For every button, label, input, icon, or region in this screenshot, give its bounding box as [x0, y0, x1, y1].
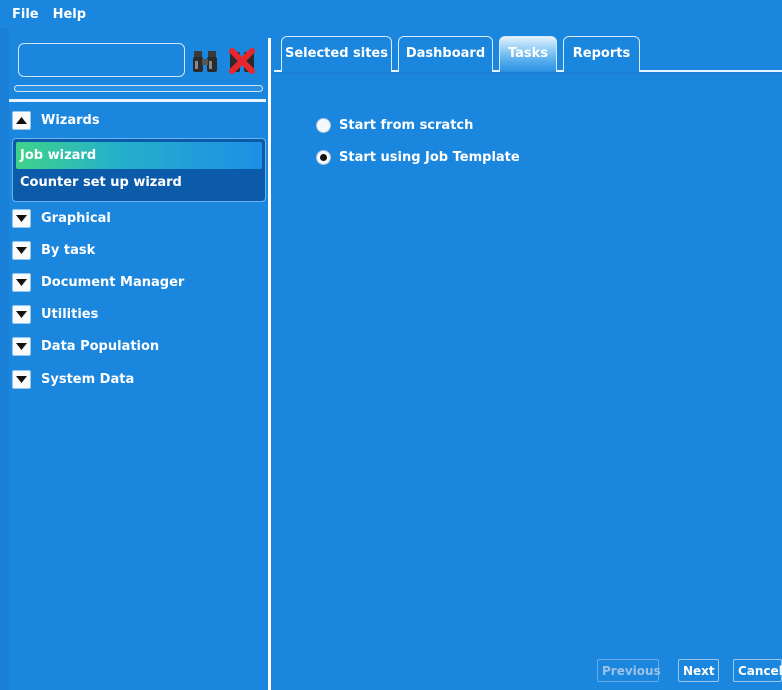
chevron-down-icon[interactable] — [12, 304, 31, 324]
section-label: Utilities — [41, 306, 99, 322]
list-item-counter-setup-wizard[interactable]: Counter set up wizard — [16, 169, 262, 196]
section-label: Document Manager — [41, 274, 185, 290]
binoculars-icon[interactable] — [192, 48, 218, 74]
horizontal-scrollbar[interactable] — [14, 85, 263, 92]
previous-button[interactable]: Previous — [597, 659, 661, 682]
section-wizards[interactable]: Wizards — [9, 107, 266, 133]
wizard-list: Job wizard Counter set up wizard — [12, 138, 266, 202]
list-item-job-wizard[interactable]: Job wizard — [16, 142, 262, 169]
option-label: Start from scratch — [339, 118, 474, 133]
section-label: By task — [41, 242, 96, 258]
tab-tasks[interactable]: Tasks — [499, 36, 557, 72]
section-graphical[interactable]: Graphical — [9, 205, 266, 231]
option-label: Start using Job Template — [339, 150, 520, 165]
pane-splitter[interactable] — [266, 28, 274, 690]
option-start-using-job-template[interactable]: Start using Job Template — [316, 150, 520, 165]
section-label: Wizards — [41, 112, 100, 128]
divider — [9, 99, 266, 102]
chevron-down-icon[interactable] — [12, 240, 31, 260]
tab-selected-sites[interactable]: Selected sites — [281, 36, 392, 72]
menu-file[interactable]: File — [12, 7, 39, 22]
section-label: Data Population — [41, 338, 160, 354]
navigation-pane: Wizards Job wizard Counter set up wizard… — [9, 28, 266, 690]
chevron-down-icon[interactable] — [12, 272, 31, 292]
search-input[interactable] — [18, 43, 185, 77]
radio-button[interactable] — [316, 118, 331, 133]
clear-search-icon[interactable] — [229, 48, 255, 74]
section-document-manager[interactable]: Document Manager — [9, 269, 266, 295]
chevron-down-icon[interactable] — [12, 208, 31, 228]
section-label: Graphical — [41, 210, 111, 226]
option-start-from-scratch[interactable]: Start from scratch — [316, 118, 473, 133]
tasks-panel: Start from scratch Start using Job Templ… — [274, 74, 782, 690]
next-button[interactable]: Next — [678, 659, 719, 682]
tab-strip: Selected sites Dashboard Tasks Reports — [274, 28, 782, 72]
section-system-data[interactable]: System Data — [9, 366, 266, 392]
section-data-population[interactable]: Data Population — [9, 333, 266, 359]
section-utilities[interactable]: Utilities — [9, 301, 266, 327]
cancel-button[interactable]: Cancel — [733, 659, 782, 682]
tab-reports[interactable]: Reports — [563, 36, 640, 72]
radio-button-selected[interactable] — [316, 150, 331, 165]
section-by-task[interactable]: By task — [9, 237, 266, 263]
chevron-down-icon[interactable] — [12, 369, 31, 389]
menu-help[interactable]: Help — [53, 7, 86, 22]
section-label: System Data — [41, 371, 135, 387]
chevron-up-icon[interactable] — [12, 110, 31, 130]
menu-bar: File Help — [0, 0, 782, 28]
chevron-down-icon[interactable] — [12, 336, 31, 356]
tab-dashboard[interactable]: Dashboard — [398, 36, 493, 72]
